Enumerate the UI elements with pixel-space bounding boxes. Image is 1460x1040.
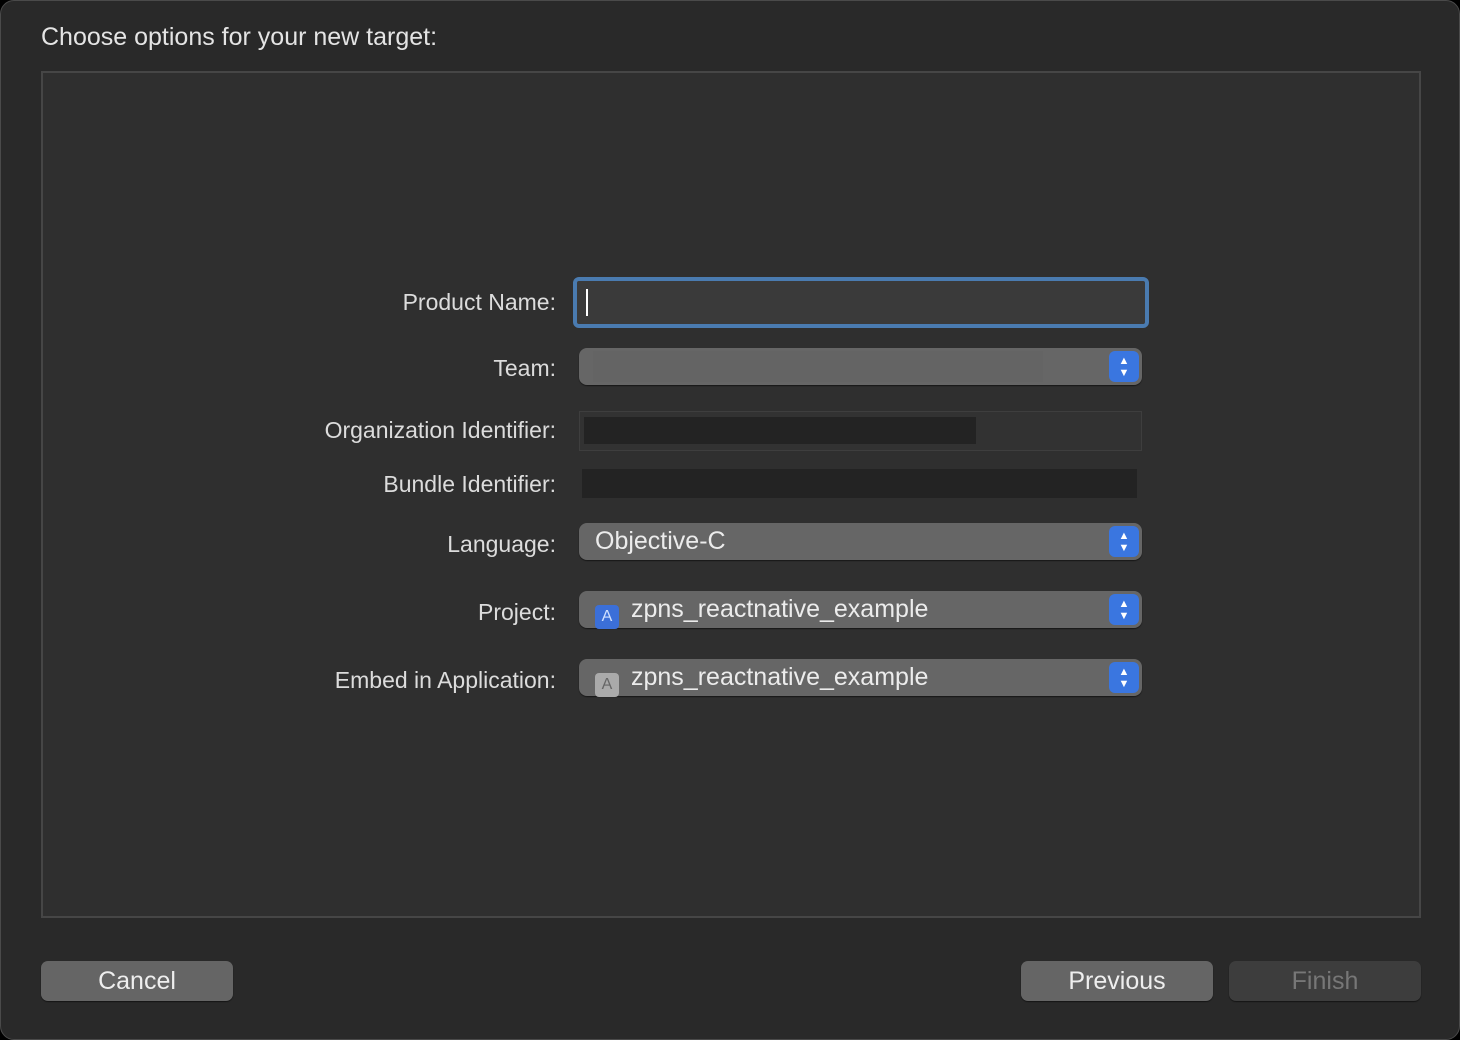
language-value: Objective-C	[595, 527, 726, 555]
product-name-label: Product Name:	[402, 289, 556, 315]
dialog-title: Choose options for your new target:	[41, 23, 438, 51]
chevron-updown-icon: ▲ ▼	[1109, 351, 1139, 382]
org-id-input[interactable]	[579, 411, 1142, 451]
previous-button[interactable]: Previous	[1021, 961, 1213, 1001]
project-value: zpns_reactnative_example	[631, 595, 929, 623]
bundle-id-value	[582, 469, 1137, 498]
cancel-button[interactable]: Cancel	[41, 961, 233, 1001]
app-store-icon: A	[595, 605, 619, 629]
chevron-updown-icon: ▲ ▼	[1109, 662, 1139, 693]
language-popup[interactable]: Objective-C ▲ ▼	[579, 523, 1142, 560]
project-label: Project:	[478, 599, 556, 625]
embed-label: Embed in Application:	[334, 667, 556, 693]
app-store-icon: A	[595, 673, 619, 697]
redacted-team	[593, 351, 1043, 382]
embed-popup[interactable]: Azpns_reactnative_example ▲ ▼	[579, 659, 1142, 697]
team-label: Team:	[493, 355, 556, 381]
finish-button[interactable]: Finish	[1229, 961, 1421, 1001]
new-target-dialog: Choose options for your new target: Prod…	[0, 0, 1460, 1040]
bundle-id-label: Bundle Identifier:	[383, 471, 556, 497]
language-label: Language:	[447, 531, 556, 557]
product-name-input[interactable]	[573, 277, 1149, 328]
chevron-updown-icon: ▲ ▼	[1109, 526, 1139, 557]
text-cursor	[586, 289, 588, 316]
project-popup[interactable]: Azpns_reactnative_example ▲ ▼	[579, 591, 1142, 629]
redacted-org-id	[584, 417, 976, 444]
team-popup[interactable]: ▲ ▼	[579, 348, 1142, 385]
chevron-updown-icon: ▲ ▼	[1109, 594, 1139, 625]
org-id-label: Organization Identifier:	[324, 417, 556, 443]
embed-value: zpns_reactnative_example	[631, 663, 929, 691]
